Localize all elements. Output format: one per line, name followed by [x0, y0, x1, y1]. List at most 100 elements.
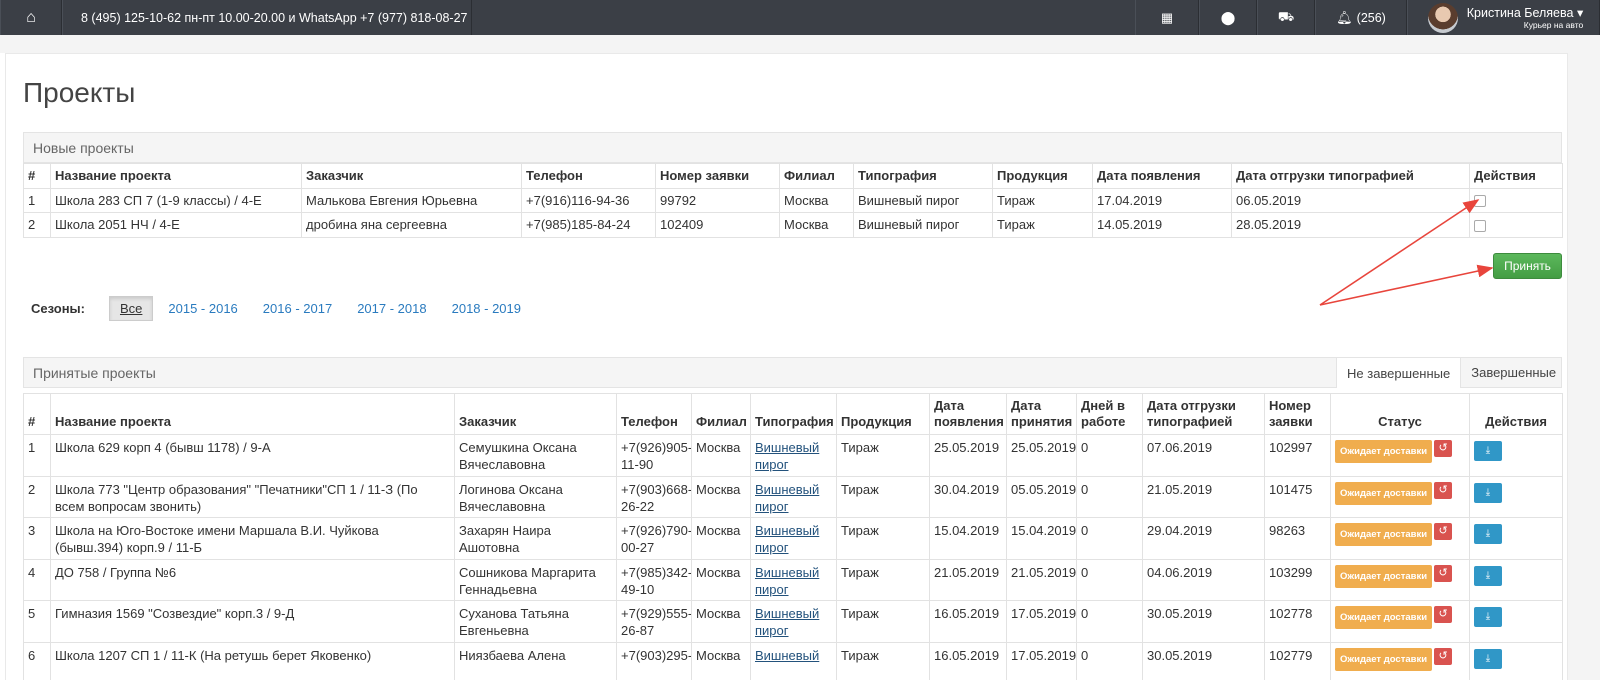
season-link[interactable]: 2017 - 2018: [357, 301, 426, 316]
status-cell: Ожидает доставки ↺: [1330, 641, 1470, 680]
column-header: Телефон: [521, 163, 656, 189]
download-icon: ⤓: [1485, 569, 1491, 581]
table-cell: +7(985)185-84-24: [521, 212, 656, 238]
column-header: Дата отгрузки типографией: [1142, 393, 1265, 435]
printer-link[interactable]: Вишневый: [755, 648, 819, 663]
season-link[interactable]: Все: [108, 296, 154, 321]
column-header: Филиал: [779, 163, 854, 189]
table-cell: 0: [1076, 475, 1143, 518]
table-cell: 0: [1076, 434, 1143, 477]
table-cell: Суханова Татьяна Евгеньевна: [454, 600, 617, 643]
undo-icon: ↺: [1438, 525, 1448, 537]
table-cell: Москва: [691, 517, 751, 560]
table-row: 6 Школа 1207 СП 1 / 11-К (На ретушь берет…: [23, 641, 1563, 680]
table-cell: +7(929)555-26-87: [616, 600, 692, 643]
revert-button[interactable]: ↺: [1434, 481, 1453, 499]
table-cell: 99792: [655, 187, 780, 213]
status-cell: Ожидает доставки ↺: [1330, 517, 1470, 560]
download-icon: ⤓: [1485, 611, 1491, 622]
contact-info: 8 (495) 125-10-62 пн-пт 10.00-20.00 и Wh…: [62, 0, 472, 35]
revert-button[interactable]: ↺: [1434, 523, 1453, 540]
table-cell: 16.05.2019: [929, 600, 1007, 643]
home-icon: ⌂: [26, 8, 36, 26]
select-checkbox[interactable]: [1474, 195, 1486, 208]
select-checkbox[interactable]: [1474, 219, 1486, 232]
table-cell: Ниязбаева Алена: [454, 641, 617, 680]
status-badge: Ожидает доставки: [1335, 481, 1433, 505]
season-link[interactable]: 2018 - 2019: [452, 301, 521, 316]
table-cell: Тираж: [836, 558, 930, 601]
bell-icon: 🔔︎: [1336, 9, 1353, 25]
status-cell: Ожидает доставки ↺: [1330, 558, 1470, 601]
actions-cell: ⤓: [1469, 475, 1563, 518]
revert-button[interactable]: ↺: [1434, 440, 1453, 457]
download-icon: ⤓: [1485, 486, 1491, 498]
table-cell: Москва: [691, 641, 751, 680]
table-cell: Москва: [691, 600, 751, 643]
table-cell: 30.04.2019: [929, 475, 1007, 518]
download-button[interactable]: ⤓: [1474, 565, 1502, 586]
accept-button[interactable]: Принять: [1493, 253, 1562, 279]
column-header: Дата принятия: [1006, 393, 1077, 435]
location-button[interactable]: ⬤: [1199, 0, 1257, 35]
status-badge: Ожидает доставки: [1335, 523, 1433, 546]
column-header: Название проекта: [50, 163, 302, 189]
table-cell: Логинова Оксана Вячеславовна: [454, 475, 617, 518]
table-cell: Вишневый пирог: [750, 600, 837, 643]
tab-complete[interactable]: Завершенные: [1460, 357, 1566, 388]
column-header: Типография: [853, 163, 993, 189]
column-header: Номер заявки: [1264, 393, 1331, 435]
table-cell: 2: [23, 212, 51, 238]
table-cell: ДО 758 / Группа №6: [50, 558, 455, 601]
actions-cell: ⤓: [1469, 434, 1563, 477]
season-link[interactable]: 2015 - 2016: [168, 301, 237, 316]
table-cell: 5: [23, 600, 51, 643]
printer-link[interactable]: Вишневый пирог: [755, 565, 819, 597]
table-cell: Вишневый пирог: [853, 187, 993, 213]
download-button[interactable]: ⤓: [1474, 648, 1502, 669]
table-cell: 07.06.2019: [1142, 434, 1265, 477]
notifications-count: (256): [1356, 10, 1386, 25]
table-row: 1 Школа 283 СП 7 (1-9 классы) / 4-Е Малько…: [23, 187, 1563, 213]
delivery-button[interactable]: ⛟: [1257, 0, 1315, 35]
season-link[interactable]: 2016 - 2017: [263, 301, 332, 316]
table-cell: 06.05.2019: [1231, 187, 1470, 213]
notifications-button[interactable]: 🔔︎ (256): [1315, 0, 1407, 35]
status-badge: Ожидает доставки: [1335, 606, 1433, 629]
new-projects-heading: Новые проекты: [23, 132, 1562, 163]
tab-incomplete[interactable]: Не завершенные: [1336, 357, 1461, 388]
table-cell: 21.05.2019: [1142, 475, 1265, 518]
table-cell: Москва: [779, 212, 854, 238]
calendar-button[interactable]: ▦: [1135, 0, 1199, 35]
revert-button[interactable]: ↺: [1434, 564, 1453, 582]
printer-link[interactable]: Вишневый пирог: [755, 606, 819, 638]
new-projects-table: # Название проекта Заказчик Телефон Номер за…: [23, 163, 1563, 238]
revert-button[interactable]: ↺: [1434, 647, 1453, 665]
table-row: 2 Школа 773 "Центр образования" "Печатник…: [23, 475, 1563, 518]
printer-link[interactable]: Вишневый пирог: [755, 440, 819, 472]
calendar-icon: ▦: [1160, 9, 1174, 25]
table-cell: 98263: [1264, 517, 1331, 560]
table-cell: 28.05.2019: [1231, 212, 1470, 238]
table-cell: Школа 629 корп 4 (бывш 1178) / 9-А: [50, 434, 455, 477]
table-cell: Тираж: [992, 212, 1093, 238]
table-cell: Тираж: [836, 600, 930, 643]
table-cell: 15.04.2019: [1006, 517, 1077, 560]
printer-link[interactable]: Вишневый пирог: [755, 482, 819, 514]
download-icon: ⤓: [1485, 528, 1491, 539]
table-cell: 0: [1076, 558, 1143, 601]
home-button[interactable]: ⌂: [0, 0, 62, 35]
column-header: Типография: [750, 393, 837, 435]
user-menu[interactable]: Кристина Беляева ▾ Курьер на авто: [1407, 0, 1600, 35]
download-button[interactable]: ⤓: [1474, 482, 1502, 503]
actions-cell: [1469, 212, 1563, 238]
download-button[interactable]: ⤓: [1474, 524, 1502, 544]
table-row: 3 Школа на Юго-Востоке имени Маршала В.И.…: [23, 517, 1563, 560]
printer-link[interactable]: Вишневый пирог: [755, 523, 819, 555]
table-cell: Сошникова Маргарита Геннадьевна: [454, 558, 617, 601]
download-button[interactable]: ⤓: [1474, 441, 1502, 461]
table-cell: 0: [1076, 641, 1143, 680]
table-cell: 30.05.2019: [1142, 641, 1265, 680]
download-button[interactable]: ⤓: [1474, 607, 1502, 627]
revert-button[interactable]: ↺: [1434, 606, 1453, 623]
